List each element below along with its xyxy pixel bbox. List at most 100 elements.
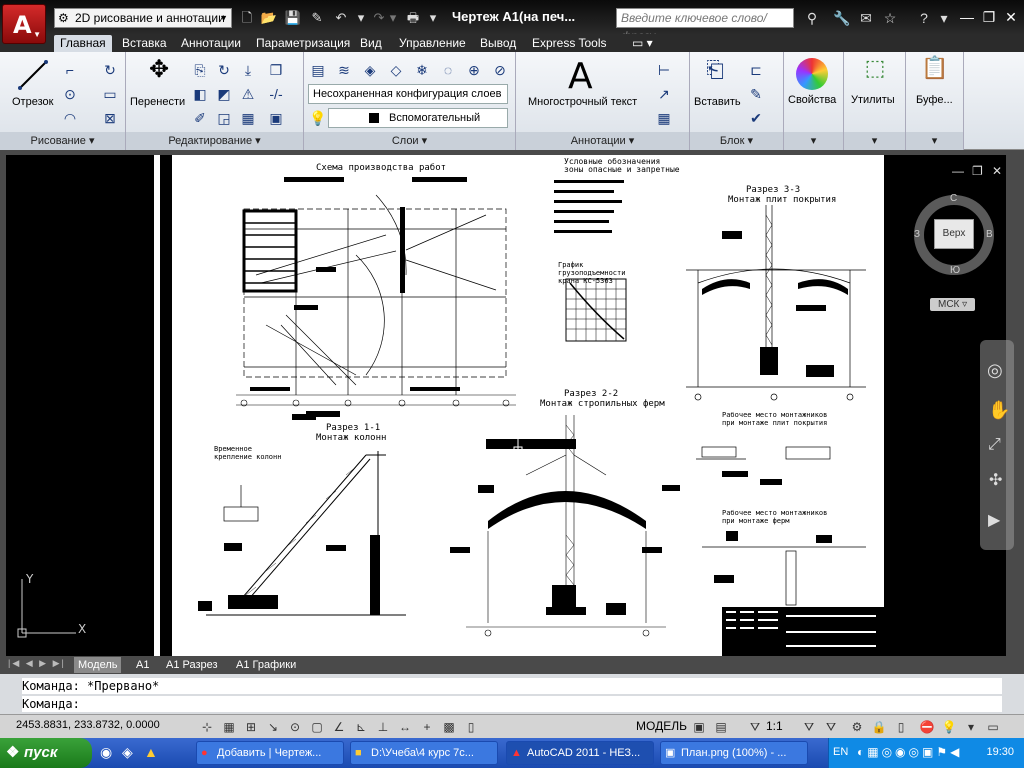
dyn-icon[interactable]: ⊥ — [374, 718, 392, 736]
orbit-icon[interactable]: ✣ — [989, 470, 1002, 490]
grid-icon[interactable]: ▦ — [220, 718, 238, 736]
layer-off-icon[interactable]: ◌ — [438, 60, 458, 80]
taskbar-item-explorer[interactable]: ■ D:\Учеба\4 курс 7с... — [350, 741, 498, 765]
statusbar-menu-icon[interactable]: ▾ — [962, 718, 980, 736]
utilities-icon[interactable]: ⬚ — [860, 57, 890, 88]
otrack-icon[interactable]: ∠ — [330, 718, 348, 736]
insert-button[interactable]: Вставить — [694, 96, 741, 108]
viewport-close-icon[interactable]: ✕ — [992, 164, 1002, 178]
stretch-icon[interactable]: ⚠ — [238, 84, 258, 104]
auto-scale-icon[interactable]: ⛛ — [822, 718, 840, 736]
compass-west[interactable]: З — [914, 229, 920, 240]
tpy-icon[interactable]: + — [418, 718, 436, 736]
tab-layout-a1-section[interactable]: А1 Разрез — [162, 657, 222, 673]
annotation-visibility-icon[interactable]: ⛛ — [800, 718, 818, 736]
ortho-icon[interactable]: ⊞ — [242, 718, 260, 736]
utilities-button[interactable]: Утилиты — [851, 94, 895, 106]
region-icon[interactable]: ⊠ — [100, 108, 120, 128]
model-space-toggle[interactable]: МОДЕЛЬ — [636, 719, 687, 733]
panel-block-title[interactable]: Блок ▾ — [690, 132, 783, 150]
annotation-scale-value[interactable]: 1:1 — [766, 719, 783, 733]
offset-icon[interactable]: -/- — [266, 84, 286, 104]
clean-screen-icon[interactable]: ▭ — [984, 718, 1002, 736]
command-input[interactable]: Команда: — [22, 696, 1002, 712]
panel-clipboard-dropdown[interactable]: ▾ — [906, 132, 963, 150]
rotate-icon[interactable]: ↻ — [214, 60, 234, 80]
layer-properties-icon[interactable]: ▤ — [308, 60, 328, 80]
quick-view-layouts-icon[interactable]: ▣ — [690, 718, 708, 736]
showmotion-icon[interactable]: ▶ — [988, 510, 1000, 530]
taskbar-item-image-viewer[interactable]: ▣ План.png (100%) - ... — [660, 741, 808, 765]
communication-center-icon[interactable]: ✉ — [856, 8, 876, 28]
polyline-icon[interactable]: ⌐ — [60, 60, 80, 80]
tab-model[interactable]: Модель — [74, 657, 122, 673]
snap-icon[interactable]: ⊹ — [198, 718, 216, 736]
sc-icon[interactable]: ▯ — [462, 718, 480, 736]
help-dropdown-icon[interactable]: ▾ — [934, 8, 954, 28]
rectangle-icon[interactable]: ↻ — [100, 60, 120, 80]
favorites-star-icon[interactable]: ☆ — [880, 8, 900, 28]
line-icon[interactable] — [16, 58, 50, 92]
zoom-extents-icon[interactable]: ⤢ — [988, 436, 1001, 454]
save-as-icon[interactable]: ✎ — [308, 9, 326, 27]
new-file-icon[interactable]: 🗋 — [238, 9, 256, 27]
layer-match-icon[interactable]: ⊕ — [464, 60, 484, 80]
undo-icon[interactable]: ↶ — [332, 9, 350, 27]
dimension-icon[interactable]: ⊢ — [654, 60, 674, 80]
viewport-restore-icon[interactable]: ❐ — [972, 164, 983, 178]
redo-dropdown-icon[interactable]: ▾ — [384, 9, 402, 27]
3d-osnap-icon[interactable]: ▢ — [308, 718, 326, 736]
lightbulb-icon[interactable]: 💡 — [940, 718, 958, 736]
explode-icon[interactable]: ❐ — [266, 60, 286, 80]
layer-walk-icon[interactable]: ⊘ — [490, 60, 510, 80]
close-icon[interactable]: ✕ — [1000, 6, 1022, 28]
table-icon[interactable]: ▦ — [654, 108, 674, 128]
cursor-coordinates[interactable]: 2453.8831, 233.8732, 0.0000 — [16, 719, 160, 731]
ucs-menu[interactable]: МСК ▿ — [930, 298, 976, 311]
annotation-scale-icon[interactable]: ⛛ — [746, 718, 764, 736]
viewcube-top-face[interactable]: Верх — [934, 219, 974, 249]
tab-express-tools[interactable]: Express Tools — [526, 35, 612, 52]
viewcube[interactable]: Верх С Ю З В — [914, 193, 994, 276]
array-icon[interactable]: ▦ — [238, 108, 258, 128]
clipboard-button[interactable]: Буфе... — [916, 94, 953, 106]
compass-east[interactable]: В — [986, 229, 993, 240]
polar-icon[interactable]: ↘ — [264, 718, 282, 736]
open-folder-icon[interactable]: 📂 — [260, 9, 278, 27]
hardware-acceleration-icon[interactable]: ▯ — [892, 718, 910, 736]
layer-unisolate-icon[interactable]: ◇ — [386, 60, 406, 80]
layer-state-select[interactable]: Несохраненная конфигурация слоев — [308, 84, 508, 104]
minimize-icon[interactable]: — — [956, 6, 978, 28]
layer-states-icon[interactable]: ≋ — [334, 60, 354, 80]
qat-dropdown-icon[interactable]: ▾ — [424, 9, 442, 27]
ribbon-toggle-icon[interactable]: ▭ ▾ — [626, 35, 659, 52]
insert-block-icon[interactable]: ⎗ — [700, 59, 730, 90]
move-button[interactable]: Перенести — [130, 96, 185, 108]
tab-annotate[interactable]: Аннотации — [175, 35, 247, 52]
quicklaunch-icon-1[interactable]: ◉ — [100, 744, 112, 761]
quicklaunch-icon-2[interactable]: ◈ — [122, 744, 133, 761]
workspace-select[interactable]: ⚙ 2D рисование и аннотации ▼ — [54, 8, 232, 28]
lightbulb-icon[interactable]: 💡 — [308, 108, 328, 128]
compass-south[interactable]: Ю — [950, 265, 960, 276]
pan-hand-icon[interactable]: ✋ — [988, 400, 1010, 421]
current-layer-select[interactable]: Вспомогательный — [328, 108, 508, 128]
tab-view[interactable]: Вид — [354, 35, 388, 52]
tray-icons[interactable]: ◐▦◎◉◎▣⚑◀ — [857, 745, 962, 759]
layout-nav-arrows-icon[interactable]: |◀ ◀ ▶ ▶| — [8, 658, 66, 669]
panel-annotation-title[interactable]: Аннотации ▾ — [516, 132, 689, 150]
edit-attributes-icon[interactable]: ✔ — [746, 108, 766, 128]
tab-layout-a1-graphs[interactable]: А1 Графики — [232, 657, 300, 673]
tab-layout-a1[interactable]: А1 — [132, 657, 153, 673]
scale-icon[interactable]: ◲ — [214, 108, 234, 128]
hatch-icon[interactable]: ▭ — [100, 84, 120, 104]
help-search-input[interactable]: Введите ключевое слово/фразу — [616, 8, 794, 43]
layer-freeze-icon[interactable]: ❄ — [412, 60, 432, 80]
lwt-icon[interactable]: ↔ — [396, 718, 414, 736]
taskbar-item-opera[interactable]: ● Добавить | Чертеж... — [196, 741, 344, 765]
edit-block-icon[interactable]: ✎ — [746, 84, 766, 104]
move-icon[interactable]: ✥ — [144, 58, 174, 90]
mtext-icon[interactable]: A — [568, 56, 593, 97]
binoculars-icon[interactable]: ⚲ — [802, 8, 822, 28]
help-icon[interactable]: ? — [914, 8, 934, 28]
